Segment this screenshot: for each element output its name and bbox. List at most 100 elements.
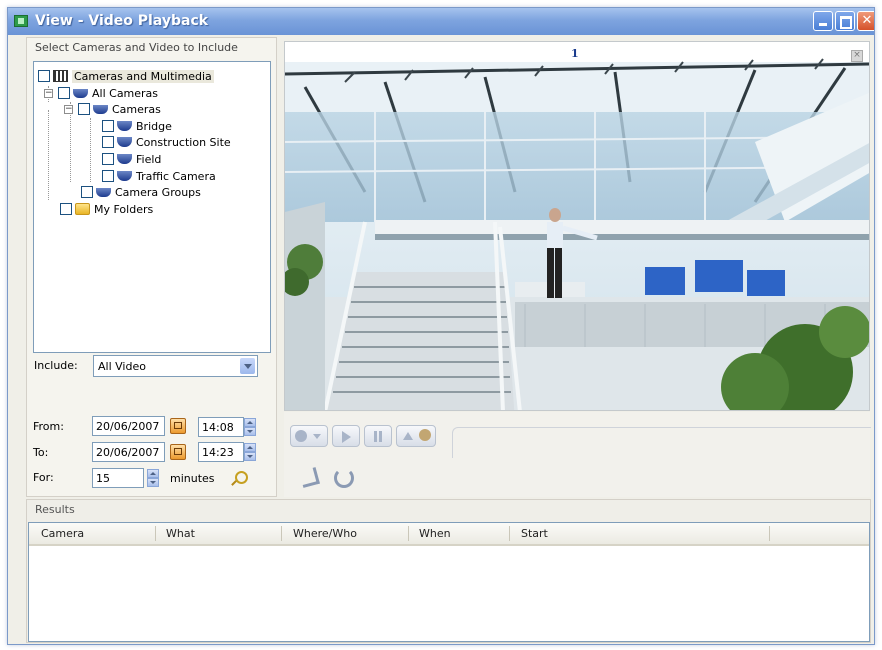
- to-label: To:: [33, 446, 49, 459]
- tree-label: Traffic Camera: [136, 169, 216, 183]
- video-playback-window: View - Video Playback ✕ Select Cameras a…: [7, 7, 875, 645]
- close-button[interactable]: ✕: [857, 11, 874, 31]
- include-select[interactable]: All Video: [93, 355, 258, 377]
- calendar-icon[interactable]: [170, 444, 186, 460]
- playback-controls: [284, 412, 871, 497]
- checkbox[interactable]: [102, 153, 114, 165]
- chevron-down-icon: [313, 434, 321, 439]
- checkbox[interactable]: [102, 120, 114, 132]
- title-bar[interactable]: View - Video Playback ✕: [8, 8, 874, 35]
- add-bookmark-button[interactable]: [396, 425, 436, 447]
- app-icon: [14, 15, 28, 27]
- close-icon: ✕: [861, 13, 873, 28]
- to-time-spinner[interactable]: [244, 443, 256, 461]
- tree-label: Field: [136, 152, 162, 166]
- to-time-value: 14:23: [202, 446, 234, 459]
- tree-node-camera[interactable]: Bridge: [102, 118, 172, 134]
- tree-label: Camera Groups: [115, 185, 201, 199]
- from-time-field[interactable]: 14:08: [198, 417, 244, 437]
- spin-down-icon[interactable]: [244, 452, 256, 461]
- checkbox[interactable]: [102, 136, 114, 148]
- from-date-field[interactable]: 20/06/2007: [92, 416, 165, 436]
- from-time-value: 14:08: [202, 421, 234, 434]
- playback-toolbar: [290, 425, 450, 457]
- tree-node-cameras[interactable]: − Cameras: [64, 101, 161, 117]
- multimedia-icon: [53, 70, 68, 82]
- pause-icon: [374, 431, 377, 442]
- tree-label: Bridge: [136, 119, 172, 133]
- play-button[interactable]: [332, 425, 360, 447]
- minimize-button[interactable]: [813, 11, 833, 31]
- tree-node-my-folders[interactable]: My Folders: [60, 201, 153, 217]
- to-date-field[interactable]: 20/06/2007: [92, 442, 165, 462]
- column-header-when[interactable]: When: [419, 527, 451, 540]
- window-title: View - Video Playback: [35, 13, 209, 29]
- chevron-down-icon[interactable]: [240, 358, 255, 374]
- to-time-field[interactable]: 14:23: [198, 442, 244, 462]
- spin-down-icon[interactable]: [244, 427, 256, 436]
- spin-up-icon[interactable]: [244, 418, 256, 427]
- column-header-what[interactable]: What: [166, 527, 195, 540]
- spin-up-icon[interactable]: [147, 469, 159, 478]
- checkbox[interactable]: [102, 170, 114, 182]
- video-pane-number: 1: [571, 47, 579, 60]
- from-label: From:: [33, 420, 64, 433]
- tree-label: All Cameras: [92, 86, 159, 100]
- checkbox[interactable]: [60, 203, 72, 215]
- tree-node-camera[interactable]: Field: [102, 151, 161, 167]
- controls-tab-strip: [452, 427, 871, 458]
- refresh-icon[interactable]: [334, 468, 354, 488]
- spin-down-icon[interactable]: [147, 478, 159, 487]
- camera-tree[interactable]: Cameras and Multimedia − All Cameras − C…: [33, 61, 271, 353]
- collapse-icon[interactable]: −: [64, 104, 73, 114]
- checkbox[interactable]: [58, 87, 70, 99]
- include-label: Include:: [34, 359, 78, 372]
- from-date-value: 20/06/2007: [96, 420, 160, 433]
- cameras-icon: [93, 104, 108, 114]
- tree-node-all-cameras[interactable]: − All Cameras: [44, 85, 158, 101]
- spin-up-icon[interactable]: [244, 443, 256, 452]
- checkbox[interactable]: [78, 103, 90, 115]
- maximize-button[interactable]: [835, 11, 855, 31]
- tree-label: Cameras and Multimedia: [72, 69, 214, 83]
- calendar-icon[interactable]: [170, 418, 186, 434]
- camera-icon: [117, 121, 132, 131]
- pause-button[interactable]: [364, 425, 392, 447]
- checkbox[interactable]: [38, 70, 50, 82]
- play-icon: [342, 431, 351, 443]
- video-close-icon[interactable]: ×: [851, 50, 863, 62]
- results-header: Camera What Where/Who When Start: [29, 523, 869, 546]
- selection-group-label: Select Cameras and Video to Include: [35, 41, 238, 54]
- rewind-icon: [295, 430, 307, 442]
- minutes-label: minutes: [170, 472, 215, 485]
- collapse-icon[interactable]: −: [44, 88, 53, 98]
- tree-node-camera[interactable]: Traffic Camera: [102, 168, 216, 184]
- tree-node-camera-groups[interactable]: Camera Groups: [81, 184, 201, 200]
- results-label: Results: [35, 503, 75, 516]
- camera-icon: [117, 154, 132, 164]
- camera-icon: [117, 137, 132, 147]
- checkbox[interactable]: [81, 186, 93, 198]
- duration-value: 15: [96, 472, 110, 485]
- rewind-button[interactable]: [290, 425, 328, 447]
- tree-node-camera[interactable]: Construction Site: [102, 134, 231, 150]
- search-icon[interactable]: [235, 471, 248, 484]
- add-icon: [419, 429, 431, 441]
- folder-icon: [75, 203, 90, 215]
- for-label: For:: [33, 471, 54, 484]
- column-header-start[interactable]: Start: [521, 527, 548, 540]
- export-arrow-icon[interactable]: [299, 467, 320, 488]
- column-header-camera[interactable]: Camera: [41, 527, 84, 540]
- column-header-where-who[interactable]: Where/Who: [293, 527, 357, 540]
- duration-spinner[interactable]: [147, 469, 159, 487]
- tree-node-root[interactable]: Cameras and Multimedia: [38, 68, 214, 84]
- tree-label: Construction Site: [136, 135, 231, 149]
- include-value: All Video: [98, 360, 146, 373]
- cameras-icon: [96, 187, 111, 197]
- results-table[interactable]: Camera What Where/Who When Start: [28, 522, 870, 642]
- video-pane[interactable]: [284, 41, 870, 411]
- duration-field[interactable]: 15: [92, 468, 144, 488]
- tree-label: My Folders: [94, 202, 154, 216]
- from-time-spinner[interactable]: [244, 418, 256, 436]
- cameras-icon: [73, 88, 88, 98]
